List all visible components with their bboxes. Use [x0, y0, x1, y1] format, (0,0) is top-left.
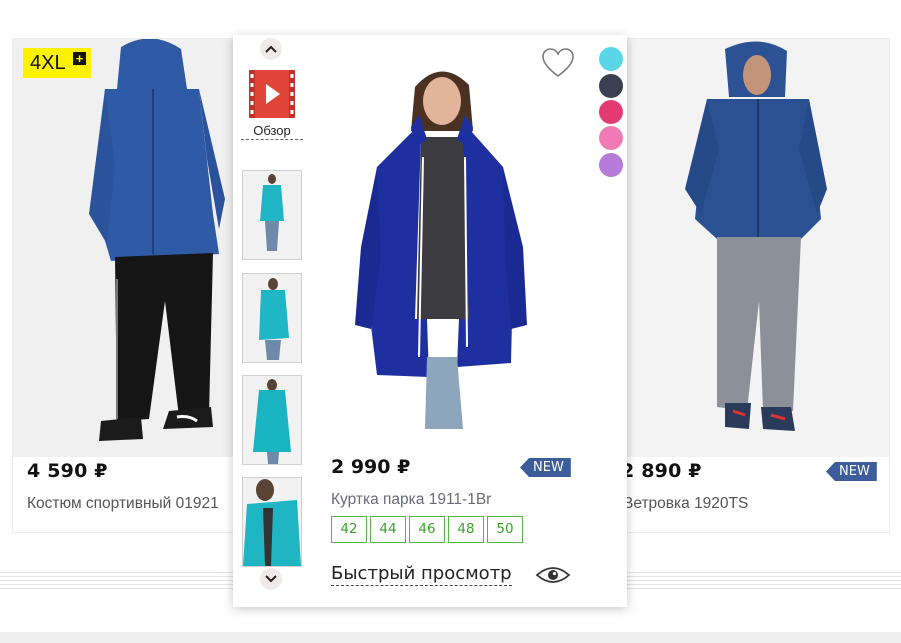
- color-swatch[interactable]: [599, 126, 623, 150]
- size-option[interactable]: 50: [487, 516, 523, 543]
- man-in-windbreaker-image: [621, 39, 889, 457]
- woman-in-parka-image: [355, 57, 530, 429]
- color-swatch[interactable]: [599, 47, 623, 71]
- product-name[interactable]: Ветровка 1920TS: [623, 495, 748, 513]
- size-option[interactable]: 42: [331, 516, 367, 543]
- size-option[interactable]: 44: [370, 516, 406, 543]
- color-swatch[interactable]: [599, 100, 623, 124]
- man-in-blue-suit-image: [13, 39, 238, 457]
- thumbnail[interactable]: [242, 273, 302, 363]
- quick-view-link[interactable]: Быстрый просмотр: [331, 563, 512, 586]
- thumbnail[interactable]: [242, 375, 302, 465]
- heart-icon: [542, 48, 574, 77]
- product-photo[interactable]: [621, 39, 889, 457]
- product-price: 4 590 ₽: [27, 460, 108, 482]
- product-card[interactable]: 4XL + 4 590 ₽ Костюм спортивный 01921: [12, 38, 238, 533]
- product-price: 2 990 ₽: [331, 456, 411, 478]
- thumbnail[interactable]: [242, 170, 302, 260]
- favorite-button[interactable]: [541, 47, 575, 79]
- chevron-up-icon: [265, 45, 277, 53]
- video-review-label[interactable]: Обзор: [241, 123, 303, 140]
- main-product-photo[interactable]: [355, 57, 530, 429]
- product-name[interactable]: Костюм спортивный 01921: [27, 495, 219, 513]
- chevron-down-icon: [265, 575, 277, 583]
- product-price: 2 890 ₽: [621, 460, 702, 482]
- thumbnail[interactable]: [242, 477, 302, 567]
- thumbnail-image: [243, 171, 301, 259]
- video-review-button[interactable]: [248, 69, 296, 119]
- color-swatch[interactable]: [599, 74, 623, 98]
- quick-view-popup: Обзор 2 990 ₽ NEW Куртка парка 1911-1Br …: [233, 35, 627, 607]
- size-option[interactable]: 48: [448, 516, 484, 543]
- plus-icon: +: [73, 52, 86, 65]
- size-selector: 42 44 46 48 50: [331, 516, 523, 543]
- thumbnail-image: [243, 478, 301, 566]
- footer-band: [0, 632, 901, 643]
- thumbnail-image: [243, 274, 301, 362]
- eye-icon[interactable]: [535, 565, 571, 585]
- product-card[interactable]: 2 890 ₽ NEW Ветровка 1920TS: [620, 38, 890, 533]
- catalog-page: 4XL + 4 590 ₽ Костюм спортивный 01921 2 …: [0, 0, 901, 643]
- thumbnail-image: [243, 376, 301, 464]
- color-swatch[interactable]: [599, 153, 623, 177]
- new-badge: NEW: [520, 458, 571, 477]
- product-photo[interactable]: [13, 39, 238, 457]
- size-4xl-badge: 4XL +: [23, 48, 91, 78]
- video-play-icon: [249, 70, 295, 118]
- thumbs-up-arrow[interactable]: [260, 38, 282, 60]
- new-badge: NEW: [826, 462, 877, 481]
- size-option[interactable]: 46: [409, 516, 445, 543]
- thumbs-down-arrow[interactable]: [260, 568, 282, 590]
- product-name[interactable]: Куртка парка 1911-1Br: [331, 491, 491, 509]
